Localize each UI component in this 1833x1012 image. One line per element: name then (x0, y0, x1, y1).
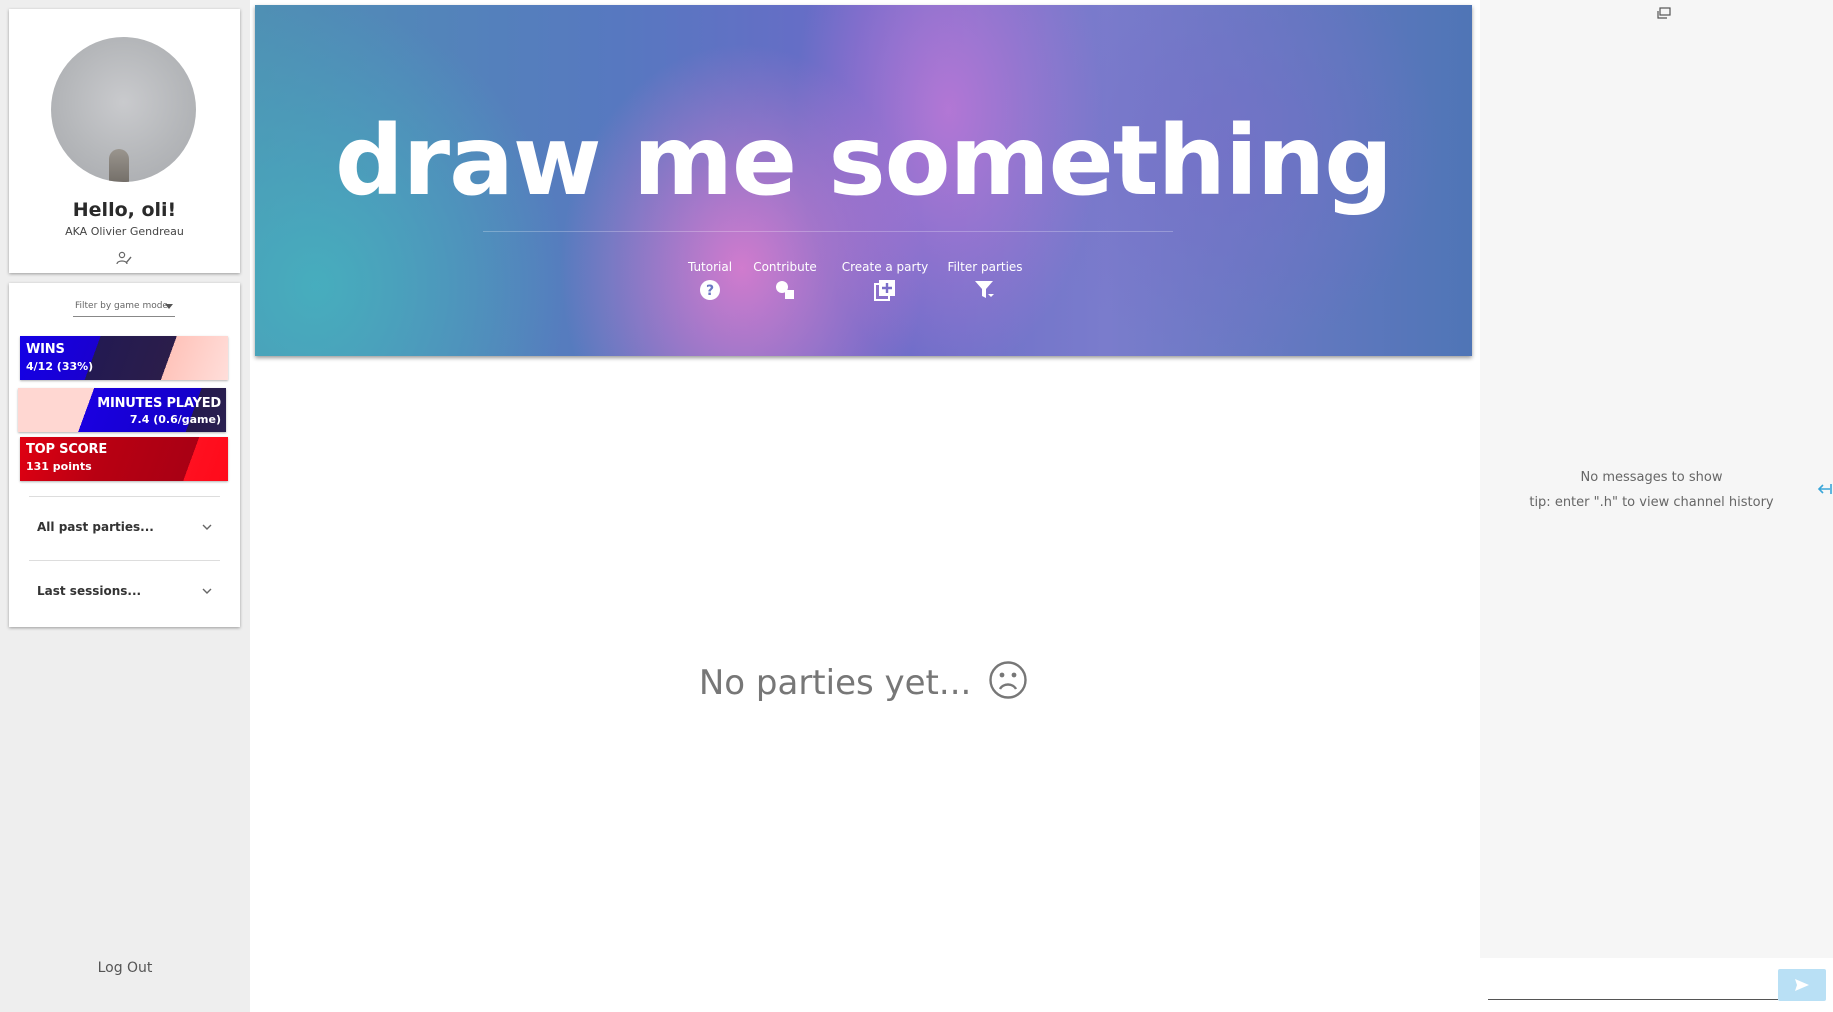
sad-face-icon (989, 661, 1027, 699)
last-sessions-accordion[interactable]: Last sessions... (37, 584, 212, 604)
wins-label: WINS (26, 342, 65, 357)
past-parties-accordion[interactable]: All past parties... (37, 520, 212, 540)
popout-window-icon[interactable] (1657, 7, 1671, 19)
game-mode-filter[interactable]: Filter by game mode (73, 297, 175, 317)
contribute-button[interactable]: Contribute (750, 260, 820, 301)
top-score-stat: TOP SCORE 131 points (20, 437, 228, 481)
create-party-label: Create a party (841, 260, 929, 274)
logout-link[interactable]: Log Out (0, 960, 250, 976)
avatar[interactable] (51, 37, 196, 182)
wins-stat: WINS 4/12 (33%) (20, 336, 228, 380)
chat-panel: No messages to show tip: enter ".h" to v… (1480, 0, 1833, 1012)
collapse-chat-icon[interactable] (1817, 482, 1833, 496)
wins-value: 4/12 (33%) (26, 360, 94, 373)
empty-parties-state: No parties yet... (255, 660, 1472, 703)
caret-down-icon (165, 304, 173, 309)
filter-parties-label: Filter parties (947, 260, 1023, 274)
banner-divider (483, 231, 1173, 232)
tutorial-button[interactable]: Tutorial ? (685, 260, 735, 301)
profile-card: Hello, oli! AKA Olivier Gendreau (9, 9, 240, 273)
top-score-value: 131 points (26, 460, 92, 473)
minutes-played-stat: MINUTES PLAYED 7.4 (0.6/game) (18, 388, 226, 432)
chevron-down-icon (202, 524, 212, 530)
stats-card: Filter by game mode WINS 4/12 (33%) MINU… (9, 283, 240, 627)
minutes-played-value: 7.4 (0.6/game) (129, 413, 221, 426)
edit-profile-icon[interactable] (116, 251, 132, 265)
library-add-icon (874, 280, 895, 301)
game-mode-filter-label: Filter by game mode (75, 301, 168, 311)
aka-name: AKA Olivier Gendreau (65, 225, 184, 238)
top-score-label: TOP SCORE (26, 442, 108, 457)
help-circle-icon: ? (700, 280, 720, 300)
past-parties-label: All past parties... (37, 520, 154, 534)
divider (29, 496, 220, 497)
empty-parties-text: No parties yet... (698, 663, 972, 703)
create-party-button[interactable]: Create a party (840, 260, 930, 301)
filter-parties-button[interactable]: Filter parties (945, 260, 1025, 301)
last-sessions-label: Last sessions... (37, 584, 142, 598)
app-title: draw me something (335, 105, 1393, 217)
left-sidebar: Hello, oli! AKA Olivier Gendreau Filter … (0, 0, 250, 1012)
tutorial-label: Tutorial (687, 260, 733, 274)
minutes-played-label: MINUTES PLAYED (97, 396, 221, 411)
chat-input-bar (1480, 958, 1833, 1012)
send-message-button[interactable] (1778, 969, 1826, 1001)
hero-banner: draw me something Tutorial ? Contribute … (255, 5, 1472, 356)
chat-message-input[interactable] (1488, 968, 1778, 1000)
greeting: Hello, oli! (72, 199, 177, 221)
send-icon (1795, 979, 1809, 991)
svg-text:?: ? (706, 283, 714, 299)
filter-icon (975, 281, 994, 298)
shapes-icon (776, 281, 794, 299)
contribute-label: Contribute (753, 260, 817, 274)
divider (29, 560, 220, 561)
chat-empty-message: No messages to show (1580, 470, 1723, 485)
chevron-down-icon (202, 588, 212, 594)
avatar-figure (109, 149, 129, 182)
chat-tip: tip: enter ".h" to view channel history (1529, 495, 1774, 510)
